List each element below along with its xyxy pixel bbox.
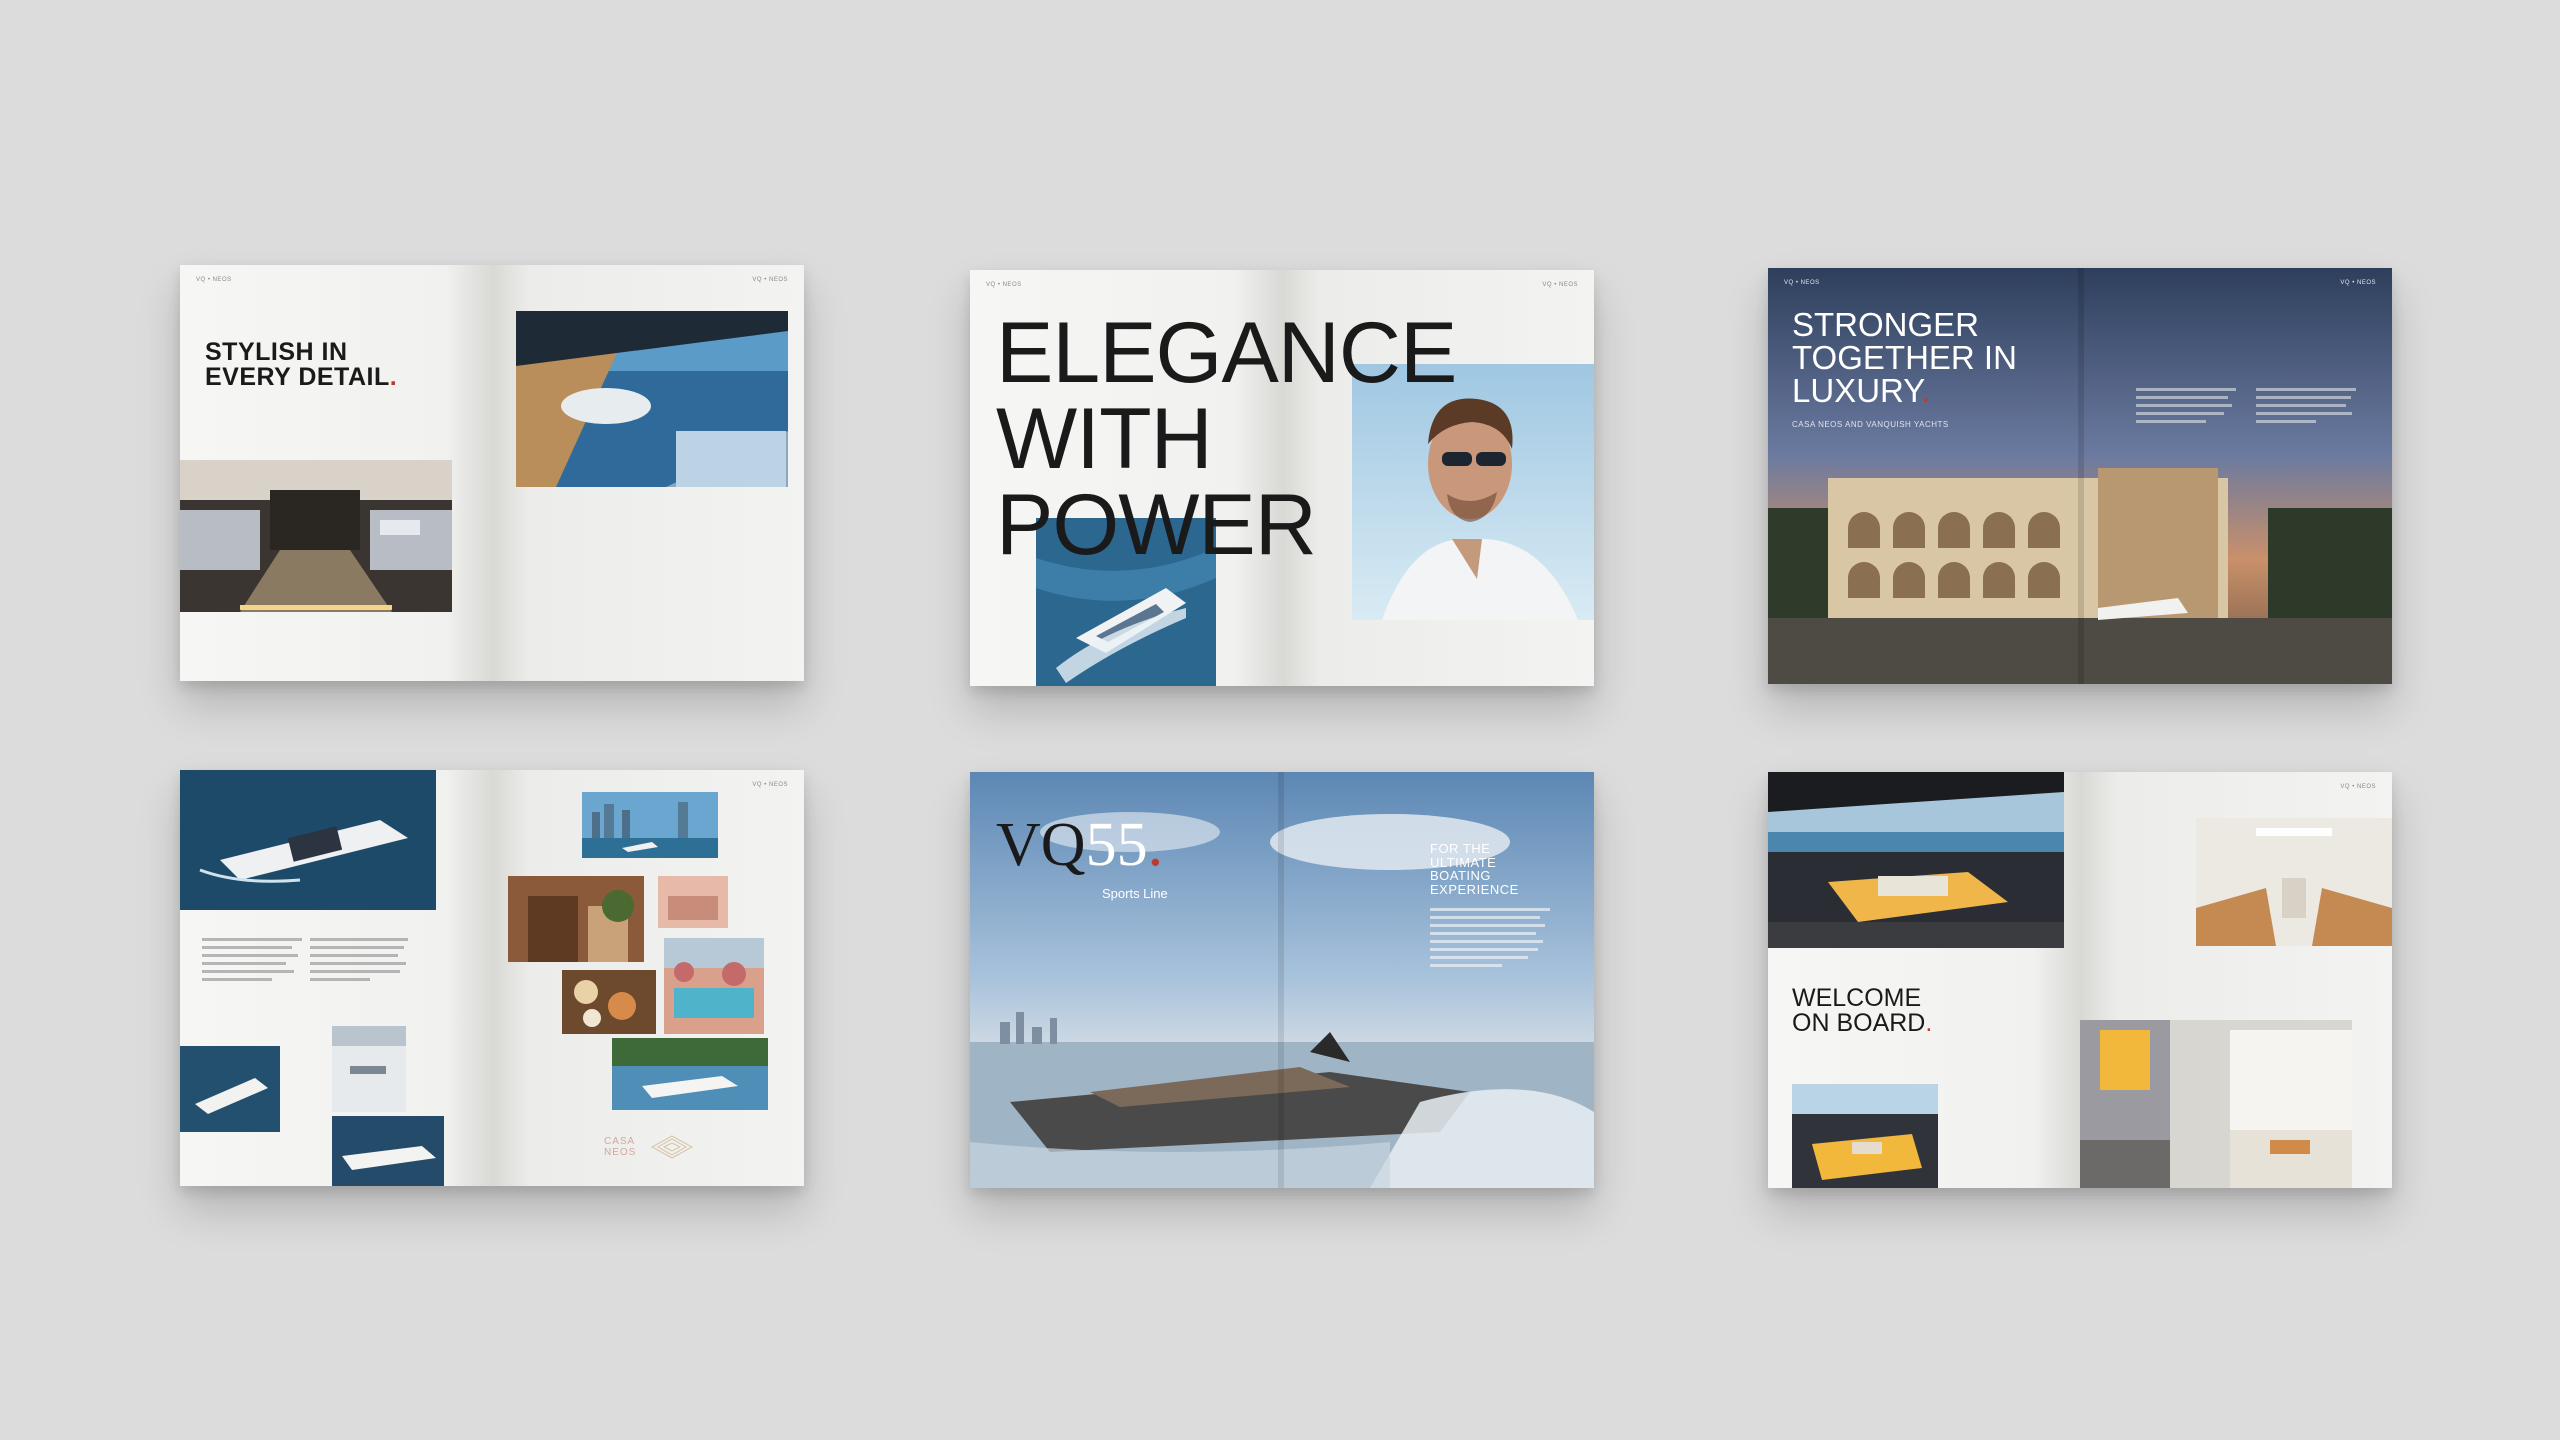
model-line-label: Sports Line bbox=[1102, 886, 1168, 901]
miami-skyline-photo bbox=[582, 792, 718, 858]
boat-logo-closeup-photo bbox=[332, 1026, 406, 1112]
spread-stylish: VQ • NEOS STYLISH IN EVERY DETAIL. VQ • … bbox=[180, 265, 804, 681]
body-text bbox=[2136, 388, 2236, 428]
bedroom-photo bbox=[180, 460, 452, 612]
twin-cabin-photo bbox=[2196, 818, 2392, 946]
headline: STYLISH IN EVERY DETAIL. bbox=[205, 338, 398, 391]
headline: ELEGANCE WITH POWER bbox=[996, 305, 1457, 573]
diamond-pattern-icon bbox=[651, 1135, 694, 1159]
yellow-seats-photo bbox=[1792, 1084, 1938, 1188]
body-text bbox=[1430, 908, 1550, 972]
folio: VQ • NEOS bbox=[986, 282, 1022, 288]
accent-dot: . bbox=[1921, 372, 1931, 409]
page-left: WELCOME ON BOARD. bbox=[1768, 772, 2080, 1188]
hotel-entrance-photo bbox=[508, 876, 644, 962]
boat-mangroves-photo bbox=[612, 1038, 768, 1110]
folio: VQ • NEOS bbox=[2340, 784, 2376, 790]
accent-dot: . bbox=[1925, 1009, 1933, 1037]
page-right: VQ • NEOS bbox=[2080, 772, 2392, 1188]
page-left bbox=[180, 770, 492, 1186]
side-heading: FOR THE ULTIMATE BOATING EXPERIENCE bbox=[1430, 841, 1519, 897]
yacht-cockpit-photo bbox=[1768, 772, 2064, 948]
subhead: CASA NEOS AND VANQUISH YACHTS bbox=[1792, 420, 1949, 429]
casa-neos-logo: CASA NEOS bbox=[604, 1134, 694, 1160]
white-boat-photo bbox=[332, 1116, 444, 1186]
body-text bbox=[2256, 388, 2356, 428]
accent-dot: . bbox=[389, 363, 398, 391]
spread-stronger: VQ • NEOS VQ • NEOS STRONGER TOGETHER IN… bbox=[1768, 268, 2392, 684]
folio: VQ • NEOS bbox=[752, 277, 788, 283]
cabin-corridor-photo bbox=[2080, 1020, 2352, 1188]
food-table-photo bbox=[562, 970, 656, 1034]
page-left: VQ • NEOS STYLISH IN EVERY DETAIL. bbox=[180, 265, 492, 681]
pink-interior-photo bbox=[658, 876, 728, 928]
spread-vq55: VQ55. Sports Line FOR THE ULTIMATE BOATI… bbox=[970, 772, 1594, 1188]
folio: VQ • NEOS bbox=[196, 277, 232, 283]
vq55-wordmark: VQ55. bbox=[996, 811, 1164, 879]
yacht-aerial-photo bbox=[180, 770, 436, 910]
folio: VQ • NEOS bbox=[1542, 282, 1578, 288]
headline: STRONGER TOGETHER IN LUXURY. bbox=[1792, 306, 2017, 409]
folio: VQ • NEOS bbox=[1784, 280, 1820, 286]
page-right: VQ • NEOS bbox=[492, 265, 804, 681]
boat-top-view-photo bbox=[180, 1046, 280, 1132]
spread-collage: VQ • NEOS CASA NEOS bbox=[180, 770, 804, 1186]
yacht-deck-photo bbox=[516, 311, 788, 487]
body-text bbox=[310, 938, 410, 986]
folio: VQ • NEOS bbox=[752, 782, 788, 788]
page-right: VQ • NEOS bbox=[492, 770, 804, 1186]
spread-elegance: VQ • NEOS VQ • NEOS ELEGANCE WITH POWER bbox=[970, 270, 1594, 686]
body-text bbox=[202, 938, 302, 986]
spread-welcome: WELCOME ON BOARD. VQ • NEOS bbox=[1768, 772, 2392, 1188]
pool-terrace-photo bbox=[664, 938, 764, 1034]
headline: WELCOME ON BOARD. bbox=[1792, 984, 1933, 1037]
folio: VQ • NEOS bbox=[2340, 280, 2376, 286]
